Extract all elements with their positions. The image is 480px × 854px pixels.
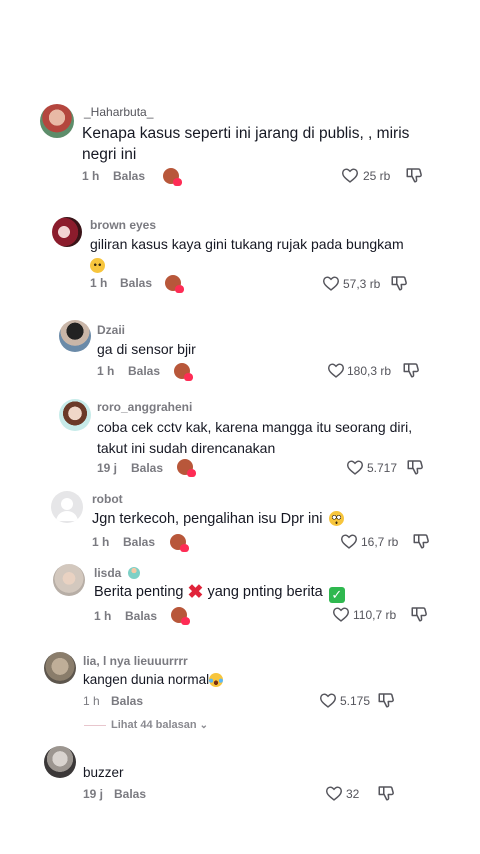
flushed-face-emoji-icon <box>328 511 344 526</box>
comment-time: 1 h <box>83 694 100 708</box>
comment-text: Jgn terkecoh, pengalihan isu Dpr ini <box>92 509 344 530</box>
dislike-icon[interactable] <box>377 691 395 709</box>
view-replies-divider <box>84 725 106 726</box>
dislike-icon[interactable] <box>377 784 395 802</box>
creator-liked-badge-icon <box>170 534 189 552</box>
comment-username[interactable]: Dzaii <box>97 323 125 337</box>
pleading-face-emoji-icon <box>90 258 105 273</box>
comment-username[interactable]: _Haharbuta_ <box>84 105 153 119</box>
reply-button[interactable]: Balas <box>114 787 146 801</box>
default-user-icon <box>56 498 78 521</box>
view-replies-button[interactable]: Lihat 44 balasan ⌄ <box>111 719 208 731</box>
reply-button[interactable]: Balas <box>125 609 157 623</box>
dislike-icon[interactable] <box>390 274 408 292</box>
heart-icon[interactable] <box>346 459 364 475</box>
avatar[interactable] <box>59 320 91 352</box>
comment-text: giliran kasus kaya gini tukang rujak pad… <box>90 234 404 276</box>
reply-button[interactable]: Balas <box>120 276 152 290</box>
avatar[interactable] <box>51 491 83 523</box>
comment-time: 1 h <box>97 364 115 378</box>
like-count: 110,7 rb <box>353 608 397 622</box>
like-count: 5.717 <box>367 461 398 475</box>
creator-liked-badge-icon <box>165 275 184 293</box>
check-mark-emoji-icon: ✓ <box>328 587 345 603</box>
comment-text: kangen dunia normal <box>83 669 224 690</box>
comment-time: 19 j <box>83 787 104 801</box>
comment-username[interactable]: roro_anggraheni <box>97 400 192 414</box>
comment-time: 1 h <box>82 169 100 183</box>
comment-username[interactable]: lia, l nya lieuuurrrr <box>83 654 188 668</box>
creator-liked-badge-icon <box>174 363 193 381</box>
heart-icon[interactable] <box>325 785 343 801</box>
crying-laughing-face-emoji-icon <box>209 673 224 687</box>
fairy-emoji-icon <box>127 567 140 579</box>
avatar[interactable] <box>53 564 85 596</box>
reply-button[interactable]: Balas <box>131 461 163 475</box>
avatar[interactable] <box>59 399 91 431</box>
comment-username[interactable]: brown eyes <box>90 218 156 232</box>
heart-icon[interactable] <box>341 167 359 183</box>
like-count: 16,7 rb <box>361 535 399 549</box>
creator-liked-badge-icon <box>177 459 196 477</box>
creator-liked-badge-icon <box>163 168 182 186</box>
avatar[interactable] <box>52 217 82 247</box>
avatar[interactable] <box>44 746 76 778</box>
comment-text: Kenapa kasus seperti ini jarang di publi… <box>82 125 410 163</box>
reply-button[interactable]: Balas <box>128 364 160 378</box>
dislike-icon[interactable] <box>412 532 430 550</box>
comment-username[interactable]: robot <box>92 492 123 506</box>
comment-text: ga di sensor bjir <box>97 341 196 357</box>
heart-icon[interactable] <box>340 533 358 549</box>
reply-button[interactable]: Balas <box>113 169 145 183</box>
like-count: 180,3 rb <box>347 364 392 378</box>
reply-button[interactable]: Balas <box>111 694 143 708</box>
cross-mark-emoji-icon: ✖ <box>187 582 204 603</box>
heart-icon[interactable] <box>322 275 340 291</box>
heart-icon[interactable] <box>327 362 345 378</box>
creator-liked-badge-icon <box>171 607 190 625</box>
comment-text: Berita penting ✖ yang pnting berita ✓ <box>94 582 345 603</box>
dislike-icon[interactable] <box>410 605 428 623</box>
comment-text: buzzer <box>83 765 124 780</box>
comment-time: 1 h <box>90 276 108 290</box>
dislike-icon[interactable] <box>406 458 424 476</box>
avatar[interactable] <box>40 104 74 138</box>
comment-text: coba cek cctv kak, karena mangga itu seo… <box>97 419 413 456</box>
heart-icon[interactable] <box>332 606 350 622</box>
like-count: 32 <box>346 787 360 801</box>
dislike-icon[interactable] <box>405 166 423 184</box>
comment-time: 1 h <box>94 609 112 623</box>
reply-button[interactable]: Balas <box>123 535 155 549</box>
like-count: 57,3 rb <box>343 277 381 291</box>
like-count: 5.175 <box>340 694 371 708</box>
avatar[interactable] <box>44 652 76 684</box>
heart-icon[interactable] <box>319 692 337 708</box>
comment-username[interactable]: lisda <box>94 566 140 580</box>
comment-time: 1 h <box>92 535 110 549</box>
dislike-icon[interactable] <box>402 361 420 379</box>
like-count: 25 rb <box>363 169 391 183</box>
comment-time: 19 j <box>97 461 118 475</box>
chevron-down-icon: ⌄ <box>199 720 209 731</box>
